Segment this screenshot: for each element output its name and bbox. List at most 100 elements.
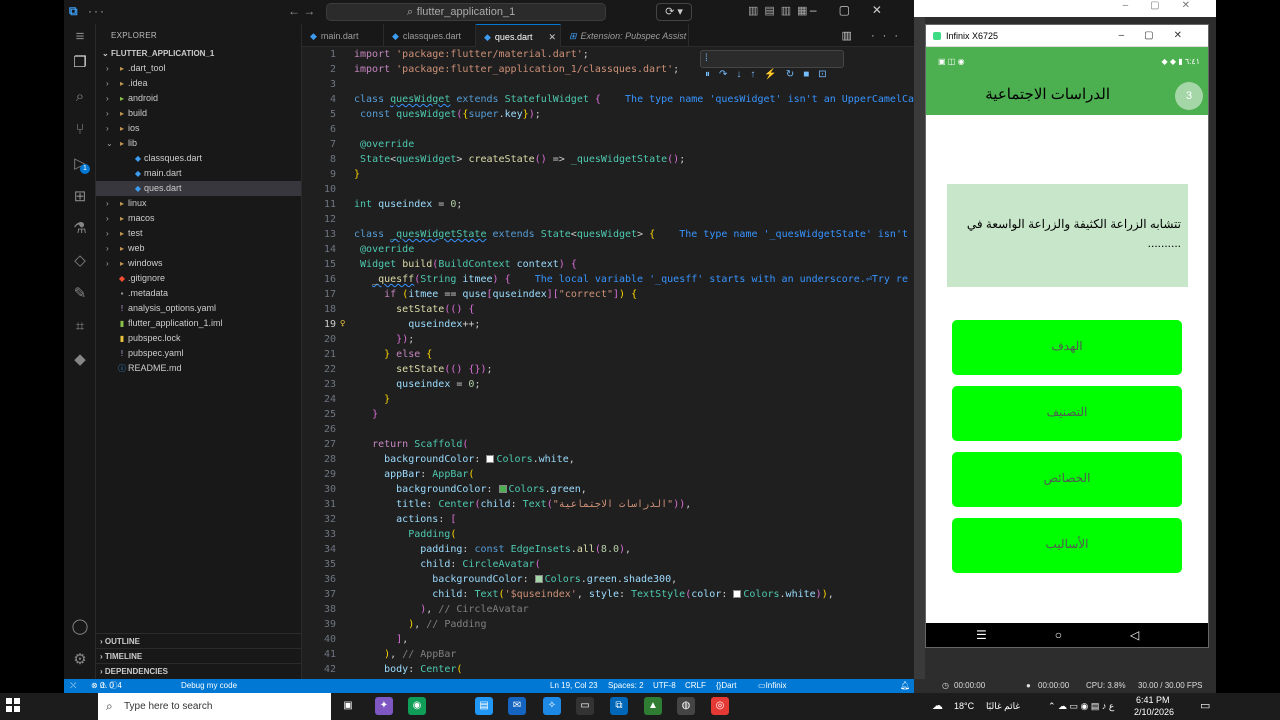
close-tab-icon[interactable]: ✕ (548, 25, 556, 49)
dependencies-section[interactable]: › DEPENDENCIES (96, 663, 302, 678)
language-mode[interactable]: {} Dart (716, 679, 736, 693)
remote-icon[interactable]: ⌗ (71, 318, 89, 336)
debug-config[interactable]: Debug my code (181, 679, 237, 693)
pen-icon[interactable]: ✎ (71, 285, 89, 303)
task-view-icon[interactable]: ▣ (339, 697, 357, 715)
problems-indicator[interactable]: ⊗ 0 ⚠ 0 ⓘ 4 (91, 679, 122, 693)
tree-item[interactable]: ! pubspec.yaml (96, 346, 301, 361)
tab-main-dart[interactable]: ◆ main.dart (302, 24, 384, 47)
chrome-icon[interactable]: ◎ (711, 697, 729, 715)
cursor-position[interactable]: Ln 19, Col 23 (550, 679, 598, 693)
notifications-icon[interactable]: ▭ (1200, 699, 1210, 712)
notifications-bell-icon[interactable]: 🔔︎ (900, 679, 910, 693)
tree-item[interactable]: › ▸ ios (96, 121, 301, 136)
device-selector[interactable]: ▭ Infinix X6725 (android-arm64) (758, 679, 786, 693)
recents-icon[interactable]: ☰ (976, 628, 1055, 642)
account-icon[interactable]: ◯ (71, 618, 89, 636)
tree-item[interactable]: › ▸ linux (96, 196, 301, 211)
search-icon[interactable]: ⌕ (71, 88, 89, 106)
project-root[interactable]: ⌄ FLUTTER_APPLICATION_1 (96, 46, 301, 61)
source-control-icon[interactable]: ⑂ (71, 121, 89, 139)
code-line: 13 class _quesWidgetState extends State<q… (302, 227, 914, 242)
settings-gear-icon[interactable]: ⚙ (71, 651, 89, 669)
edge-icon[interactable]: ◉ (408, 697, 426, 715)
device-window-controls[interactable]: –▢✕ (1119, 25, 1202, 47)
tab-pubspec-assist[interactable]: ⊞ Extension: Pubspec Assist (561, 24, 689, 47)
answer-button[interactable]: الأساليب (952, 518, 1182, 573)
vscode-taskbar-icon[interactable]: ⧉ (610, 697, 628, 715)
tree-item[interactable]: › ▸ .dart_tool (96, 61, 301, 76)
tree-item[interactable]: › ▸ .idea (96, 76, 301, 91)
tree-item[interactable]: ◆ ques.dart (96, 181, 301, 196)
tree-item[interactable]: › ▸ windows (96, 256, 301, 271)
back-icon[interactable]: ◁ (1130, 628, 1207, 642)
command-center-search[interactable]: ⌕ flutter_application_1 (326, 3, 606, 21)
home-icon[interactable]: ○ (1055, 628, 1130, 642)
code-editor[interactable]: 1 import 'package:flutter/material.dart';… (302, 47, 914, 679)
tree-item[interactable]: › ▸ macos (96, 211, 301, 226)
git-graph-icon[interactable]: ◇ (71, 252, 89, 270)
code-text: return Scaffold( (372, 439, 469, 450)
answer-button[interactable]: الخصائص (952, 452, 1182, 507)
line-ending[interactable]: CRLF (685, 679, 706, 693)
android-studio-icon[interactable]: ▲ (644, 697, 662, 715)
indentation[interactable]: Spaces: 2 (608, 679, 644, 693)
testing-icon[interactable]: ⚗ (71, 220, 89, 238)
tree-item[interactable]: ◆ .gitignore (96, 271, 301, 286)
tree-item[interactable]: › ▸ test (96, 226, 301, 241)
github-desktop-icon[interactable]: ◍ (677, 697, 695, 715)
outline-section[interactable]: › OUTLINE (96, 633, 302, 648)
flutter-icon[interactable]: ◆ (71, 351, 89, 369)
taskbar-search[interactable]: ⌕ Type here to search (98, 693, 331, 720)
menu-icon[interactable]: ··· (88, 4, 106, 18)
tree-item[interactable]: ⓘ README.md (96, 361, 301, 376)
remote-indicator-icon[interactable]: ⤬ (70, 679, 76, 693)
copilot-app-icon[interactable]: ✦ (375, 697, 393, 715)
timeline-section[interactable]: › TIMELINE (96, 648, 302, 663)
clock-time[interactable]: 6:41 PM (1136, 695, 1170, 705)
tree-item[interactable]: ◆ classques.dart (96, 151, 301, 166)
window-controls[interactable]: –▢✕ (810, 3, 904, 17)
code-line: 19 quseindex++; ♀ (302, 317, 914, 332)
answer-button[interactable]: الهدف (952, 320, 1182, 375)
tree-item[interactable]: ▪ .metadata (96, 286, 301, 301)
tree-item[interactable]: ! analysis_options.yaml (96, 301, 301, 316)
line-number: 19 (323, 319, 336, 330)
tree-item[interactable]: › ▸ web (96, 241, 301, 256)
emulator-window-controls[interactable]: –▢✕ (914, 0, 1216, 17)
lightbulb-icon[interactable]: ♀ (340, 317, 345, 332)
windows-start-icon[interactable] (6, 698, 20, 712)
mail-icon[interactable]: ✉ (508, 697, 526, 715)
layout-buttons[interactable]: ▥▤▥▦ (748, 4, 814, 17)
menu-icon[interactable]: ≡ (71, 28, 89, 46)
store-icon[interactable]: ▤ (475, 697, 493, 715)
device-title-bar: Infinix X6725 –▢✕ (926, 25, 1208, 47)
nav-arrows[interactable]: ← → (288, 4, 315, 18)
terminal-icon[interactable]: ▭ (576, 697, 594, 715)
weather-text[interactable]: غائم غالبًا (986, 701, 1020, 712)
debug-toolbar[interactable]: ⁞⏸↷↓↑⚡↻■⊡ (700, 50, 844, 80)
tab-classques-dart[interactable]: ◆ classques.dart (384, 24, 476, 47)
folder-icon: ▸ (119, 244, 124, 253)
tab-ques-dart[interactable]: ◆ ques.dart ✕ (476, 24, 561, 47)
compass-icon[interactable]: ✧ (543, 697, 561, 715)
tree-item[interactable]: › ▸ build (96, 106, 301, 121)
editor-actions[interactable]: ▥ ··· (842, 29, 906, 42)
tray-icons[interactable]: ⌃ ☁ ▭ ◉ ▤ ♪ ع (1048, 701, 1114, 712)
yaml-file-icon: ! (120, 349, 124, 358)
copilot-button[interactable]: ⟳ ▾ (656, 3, 692, 21)
weather-temp[interactable]: 18°C (954, 701, 974, 711)
encoding[interactable]: UTF-8 (653, 679, 676, 693)
explorer-icon[interactable]: ❐ (71, 54, 89, 72)
extensions-icon[interactable]: ⊞ (71, 188, 89, 206)
clock-date[interactable]: 2/10/2026 (1134, 707, 1174, 717)
code-line: 40 ], (302, 632, 914, 647)
tree-item[interactable]: ⌄ ▸ lib (96, 136, 301, 151)
tree-item-label: ios (128, 123, 140, 133)
line-number: 9 (329, 169, 336, 180)
tree-item[interactable]: ▮ pubspec.lock (96, 331, 301, 346)
answer-button[interactable]: التصنيف (952, 386, 1182, 441)
tree-item[interactable]: ▮ flutter_application_1.iml (96, 316, 301, 331)
tree-item[interactable]: › ▸ android (96, 91, 301, 106)
tree-item[interactable]: ◆ main.dart (96, 166, 301, 181)
